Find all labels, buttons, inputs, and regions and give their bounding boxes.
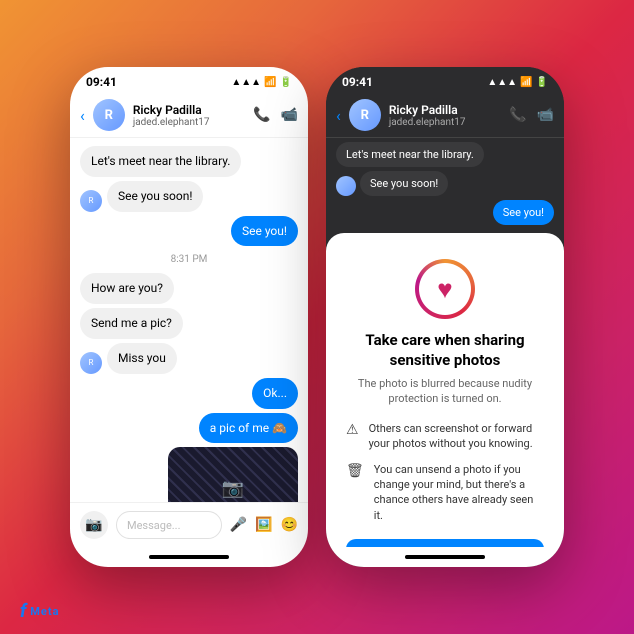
left-time: 09:41: [86, 75, 117, 89]
right-chat-header: ‹ R Ricky Padilla jaded.elephant17 📞 📹: [326, 93, 564, 138]
photo-card-wrapper: 📷 Photo may contain nudity: [80, 447, 298, 502]
left-status-bar: 09:41 ▲▲▲ 📶 🔋: [70, 67, 308, 93]
left-chat-header: ‹ R Ricky Padilla jaded.elephant17 📞 📹: [70, 93, 308, 138]
meta-logo-icon: f: [20, 601, 26, 622]
signal-icon: ▲▲▲: [231, 77, 261, 88]
gallery-icon[interactable]: 🖼️: [255, 517, 272, 533]
right-time: 09:41: [342, 75, 373, 89]
modal-subtitle: The photo is blurred because nudity prot…: [346, 376, 544, 407]
modal-items: ⚠ Others can screenshot or forward your …: [346, 421, 544, 523]
msg-3: See you!: [231, 216, 298, 247]
right-home-bar: [405, 555, 485, 559]
dark-msg-3: See you!: [493, 200, 554, 225]
camera-button[interactable]: 📷: [80, 511, 108, 539]
msg-2: See you soon!: [107, 181, 203, 212]
modal-item-2-text: You can unsend a photo if you change you…: [374, 462, 544, 524]
right-call-icon[interactable]: 📞: [509, 107, 526, 123]
sender-avatar-6: R: [80, 352, 102, 374]
right-battery-icon: 🔋: [536, 77, 548, 88]
dark-msg-2: See you soon!: [360, 171, 448, 196]
right-back-button[interactable]: ‹: [336, 106, 341, 125]
msg-1: Let's meet near the library.: [80, 146, 241, 177]
contact-info: Ricky Padilla jaded.elephant17: [133, 103, 245, 128]
right-header-action-icons: 📞 📹: [509, 107, 554, 123]
left-home-indicator: [70, 547, 308, 567]
video-call-icon[interactable]: 📹: [281, 107, 298, 123]
modal-item-1: ⚠ Others can screenshot or forward your …: [346, 421, 544, 452]
back-button[interactable]: ‹: [80, 106, 85, 125]
msg-7: Ok...: [252, 378, 298, 409]
right-contact-name: Ricky Padilla: [389, 103, 501, 117]
modal-item-1-text: Others can screenshot or forward your ph…: [369, 421, 544, 452]
dark-msg-1: Let's meet near the library.: [336, 142, 484, 167]
msg-row-2: R See you soon!: [80, 181, 298, 212]
right-contact-username: jaded.elephant17: [389, 117, 501, 128]
right-contact-avatar: R: [349, 99, 381, 131]
right-signal-icon: ▲▲▲: [487, 77, 517, 88]
mic-icon[interactable]: 🎤: [230, 517, 247, 533]
right-wifi-icon: 📶: [520, 77, 532, 88]
msg-7-wrapper: Ok...: [80, 378, 298, 409]
right-status-icons: ▲▲▲ 📶 🔋: [487, 77, 548, 88]
msg-4: How are you?: [80, 273, 174, 304]
input-placeholder: Message...: [127, 519, 181, 532]
message-input[interactable]: Message...: [116, 511, 222, 539]
heart-icon-container: ♥: [415, 259, 475, 319]
msg-8: a pic of me 🙈: [199, 413, 298, 444]
right-home-indicator: [326, 547, 564, 567]
left-phone: 09:41 ▲▲▲ 📶 🔋 ‹ R Ricky Padilla jaded.el…: [70, 67, 308, 567]
contact-avatar: R: [93, 99, 125, 131]
msg-8-wrapper: a pic of me 🙈: [80, 413, 298, 444]
meta-label: Meta: [30, 605, 59, 618]
warning-icon: ⚠: [346, 422, 359, 438]
photo-nudity-card[interactable]: 📷 Photo may contain nudity: [168, 447, 298, 502]
ok-button[interactable]: OK: [346, 539, 544, 547]
dark-chat-preview: Let's meet near the library. See you soo…: [326, 138, 564, 233]
right-video-call-icon[interactable]: 📹: [537, 107, 554, 123]
sender-avatar-2: R: [80, 190, 102, 212]
left-chat-area: Let's meet near the library. R See you s…: [70, 138, 308, 502]
emoji-icon[interactable]: 😊: [281, 517, 298, 533]
right-phone: 09:41 ▲▲▲ 📶 🔋 ‹ R Ricky Padilla jaded.el…: [326, 67, 564, 567]
battery-icon: 🔋: [280, 77, 292, 88]
msg-5: Send me a pic?: [80, 308, 183, 339]
time-divider: 8:31 PM: [80, 254, 298, 265]
heart-icon-inner: ♥: [419, 263, 471, 315]
modal-sheet: ♥ Take care when sharingsensitive photos…: [326, 233, 564, 547]
input-action-icons: 🎤 🖼️ 😊: [230, 517, 298, 533]
heart-icon: ♥: [437, 274, 452, 305]
msg-6: Miss you: [107, 343, 177, 374]
dark-row-2: See you soon!: [336, 171, 554, 196]
left-status-icons: ▲▲▲ 📶 🔋: [231, 77, 292, 88]
main-container: 09:41 ▲▲▲ 📶 🔋 ‹ R Ricky Padilla jaded.el…: [0, 0, 634, 634]
left-input-bar: 📷 Message... 🎤 🖼️ 😊: [70, 502, 308, 547]
msg-row-6: R Miss you: [80, 343, 298, 374]
right-contact-info: Ricky Padilla jaded.elephant17: [389, 103, 501, 128]
modal-item-2: 🗑 You can unsend a photo if you change y…: [346, 462, 544, 524]
call-icon[interactable]: 📞: [253, 107, 270, 123]
modal-title: Take care when sharingsensitive photos: [365, 331, 524, 370]
right-status-bar: 09:41 ▲▲▲ 📶 🔋: [326, 67, 564, 93]
wifi-icon: 📶: [264, 77, 276, 88]
msg-3-wrapper: See you!: [80, 216, 298, 247]
contact-username: jaded.elephant17: [133, 117, 245, 128]
header-action-icons: 📞 📹: [253, 107, 298, 123]
trash-icon: 🗑: [346, 463, 364, 479]
nudity-icon: 📷: [222, 478, 244, 499]
left-home-bar: [149, 555, 229, 559]
dark-avatar-2: [336, 176, 356, 196]
contact-name: Ricky Padilla: [133, 103, 245, 117]
meta-brand: f Meta: [20, 601, 59, 622]
